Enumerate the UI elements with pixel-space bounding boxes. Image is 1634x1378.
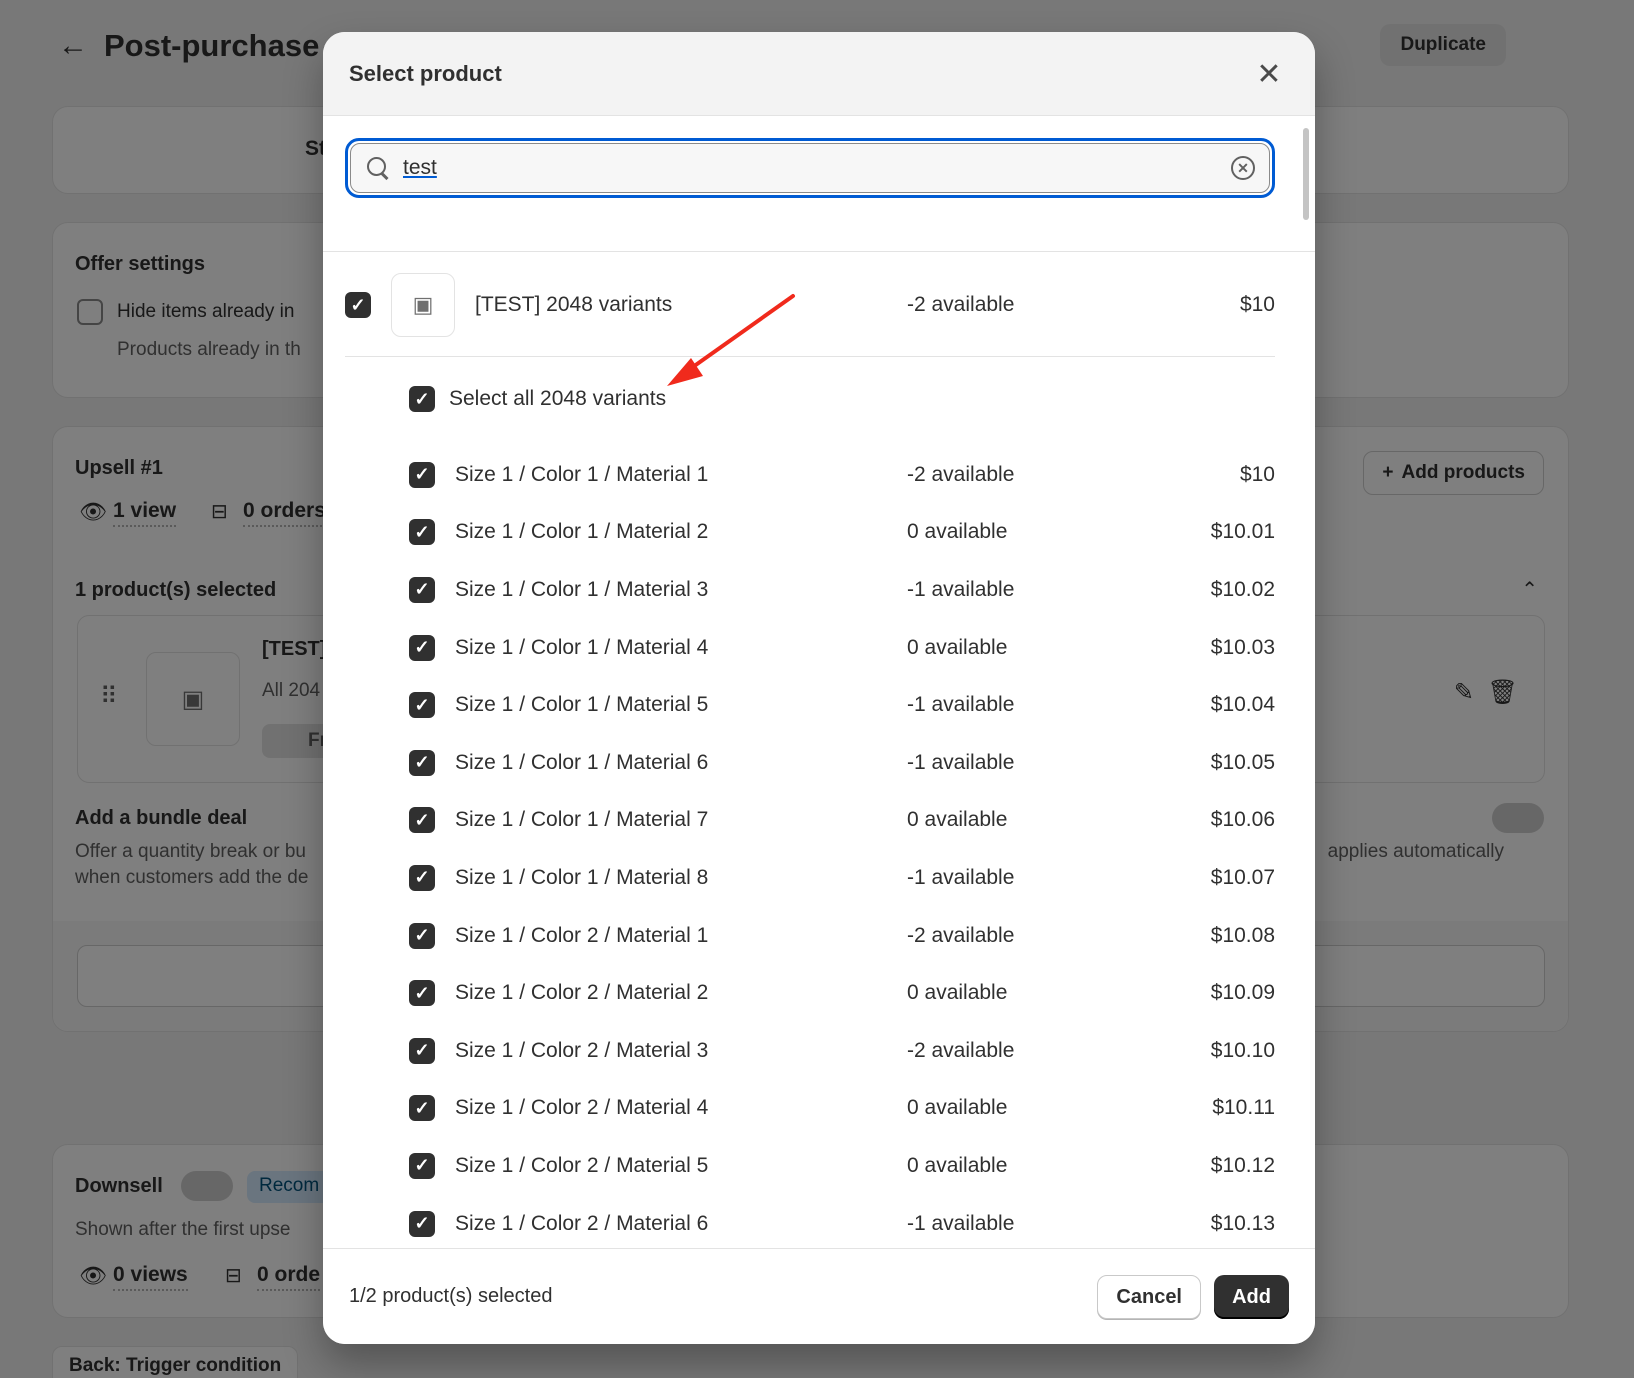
variant-name: Size 1 / Color 1 / Material 8 [455,865,709,889]
variant-name: Size 1 / Color 1 / Material 1 [455,462,709,486]
variant-name: Size 1 / Color 2 / Material 5 [455,1153,709,1177]
variant-checkbox[interactable]: ✓ [409,1210,435,1237]
variant-price: $10 [1239,462,1275,486]
variant-checkbox[interactable]: ✓ [409,807,435,834]
variant-available: 0 available [907,981,1008,1005]
variant-row[interactable]: ✓ Size 1 / Color 2 / Material 3 -2 availab… [409,1022,1275,1080]
variant-checkbox[interactable]: ✓ [409,519,435,546]
product-available: -2 available [907,293,1015,316]
modal-body: ✕ ✓ ▣ [TEST] 2048 variants -2 available … [323,116,1315,1248]
select-all-label: Select all 2048 variants [449,387,667,410]
variant-checkbox[interactable]: ✓ [409,1152,435,1179]
variant-row[interactable]: ✓ Size 1 / Color 1 / Material 7 0 availabl… [409,792,1275,850]
variant-row[interactable]: ✓ Size 1 / Color 1 / Material 3 -1 availab… [409,561,1275,619]
variant-checkbox[interactable]: ✓ [409,749,435,776]
variant-name: Size 1 / Color 2 / Material 6 [455,1211,709,1235]
variant-list: ✓ Size 1 / Color 1 / Material 1 -2 availab… [409,446,1275,1248]
variant-available: 0 available [907,520,1008,544]
product-price: $10 [1239,293,1275,316]
variant-price: $10.10 [1210,1038,1275,1062]
variant-name: Size 1 / Color 2 / Material 1 [455,923,709,947]
variant-available: -2 available [907,923,1015,947]
variant-row[interactable]: ✓ Size 1 / Color 1 / Material 6 -1 availab… [409,734,1275,792]
variant-row[interactable]: ✓ Size 1 / Color 1 / Material 5 -1 availab… [409,676,1275,734]
search-field: ✕ [345,138,1275,198]
divider [323,251,1315,252]
variant-price: $10.06 [1210,808,1275,832]
variant-row[interactable]: ✓ Size 1 / Color 1 / Material 8 -1 availab… [409,849,1275,907]
variant-price: $10.07 [1210,865,1275,889]
variant-price: $10.09 [1210,981,1275,1005]
variant-name: Size 1 / Color 1 / Material 4 [455,635,709,659]
variant-price: $10.12 [1210,1153,1275,1177]
variant-price: $10.01 [1210,520,1275,544]
variant-price: $10.03 [1210,635,1275,659]
variant-row[interactable]: ✓ Size 1 / Color 2 / Material 5 0 availabl… [409,1137,1275,1195]
variant-available: -1 available [907,750,1015,774]
variant-available: 0 available [907,1153,1008,1177]
modal-header: Select product ✕ [323,32,1315,116]
cancel-button[interactable]: Cancel [1097,1275,1201,1319]
variant-name: Size 1 / Color 2 / Material 4 [455,1096,709,1120]
variant-available: 0 available [907,1096,1008,1120]
variant-checkbox[interactable]: ✓ [409,922,435,949]
variant-checkbox[interactable]: ✓ [409,864,435,891]
variant-name: Size 1 / Color 2 / Material 2 [455,981,709,1005]
variant-row[interactable]: ✓ Size 1 / Color 2 / Material 2 0 availabl… [409,964,1275,1022]
product-image-icon: ▣ [391,273,455,337]
select-all-checkbox[interactable]: ✓ [409,386,435,412]
close-icon[interactable]: ✕ [1249,54,1289,94]
variant-name: Size 1 / Color 1 / Material 6 [455,750,709,774]
variant-checkbox[interactable]: ✓ [409,1037,435,1064]
variant-price: $10.13 [1210,1211,1275,1235]
variant-available: -1 available [907,693,1015,717]
variant-price: $10.04 [1210,693,1275,717]
variant-row[interactable]: ✓ Size 1 / Color 1 / Material 1 -2 availab… [409,446,1275,504]
search-input[interactable] [403,156,1231,180]
variant-price: $10.11 [1212,1096,1275,1120]
variant-checkbox[interactable]: ✓ [409,634,435,661]
variant-checkbox[interactable]: ✓ [409,980,435,1007]
variant-available: 0 available [907,808,1008,832]
product-checkbox[interactable]: ✓ [345,292,371,318]
search-icon [365,155,391,181]
modal-footer: 1/2 product(s) selected Cancel Add [323,1248,1315,1344]
variant-checkbox[interactable]: ✓ [409,692,435,719]
variant-name: Size 1 / Color 1 / Material 2 [455,520,709,544]
clear-search-icon[interactable]: ✕ [1231,156,1255,180]
variant-name: Size 1 / Color 2 / Material 3 [455,1038,709,1062]
variant-row[interactable]: ✓ Size 1 / Color 2 / Material 4 0 availabl… [409,1080,1275,1138]
scrollbar[interactable] [1303,128,1309,220]
annotation-arrow-icon [667,294,795,386]
variant-name: Size 1 / Color 1 / Material 3 [455,577,709,601]
variant-name: Size 1 / Color 1 / Material 7 [455,808,709,832]
modal-title: Select product [349,60,502,86]
variant-available: -1 available [907,865,1015,889]
variant-price: $10.08 [1210,923,1275,947]
variant-row[interactable]: ✓ Size 1 / Color 1 / Material 4 0 availabl… [409,619,1275,677]
variant-price: $10.02 [1210,577,1275,601]
variant-available: -1 available [907,577,1015,601]
variant-row[interactable]: ✓ Size 1 / Color 1 / Material 2 0 availabl… [409,504,1275,562]
variant-row[interactable]: ✓ Size 1 / Color 2 / Material 1 -2 availab… [409,907,1275,965]
variant-available: -2 available [907,1038,1015,1062]
variant-name: Size 1 / Color 1 / Material 5 [455,693,709,717]
select-all-variants[interactable]: ✓ Select all 2048 variants [409,386,666,412]
variant-available: -1 available [907,1211,1015,1235]
variant-available: -2 available [907,462,1015,486]
variant-available: 0 available [907,635,1008,659]
select-product-modal: Select product ✕ ✕ ✓ ▣ [TEST] 2048 varia… [323,32,1315,1344]
add-button[interactable]: Add [1214,1275,1289,1319]
variant-price: $10.05 [1210,750,1275,774]
selected-count-text: 1/2 product(s) selected [349,1285,553,1307]
variant-checkbox[interactable]: ✓ [409,1095,435,1122]
variant-checkbox[interactable]: ✓ [409,461,435,488]
variant-row[interactable]: ✓ Size 1 / Color 2 / Material 6 -1 availab… [409,1195,1275,1248]
variant-checkbox[interactable]: ✓ [409,576,435,603]
